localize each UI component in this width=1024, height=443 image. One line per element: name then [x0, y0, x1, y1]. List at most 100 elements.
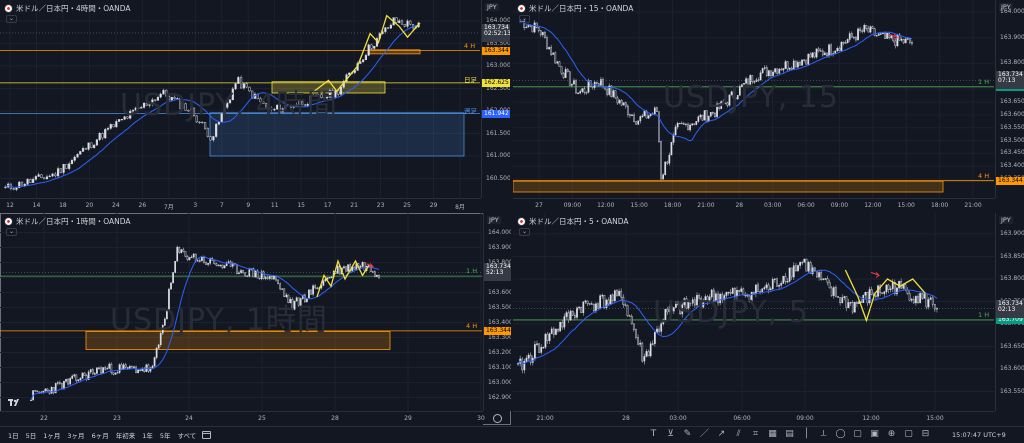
candle-up [215, 123, 218, 137]
time-axis[interactable]: 27 09:00 12:00 15:00 18:00 21:00 28 03:00 06:00 0… [513, 198, 995, 212]
candle-down [624, 304, 627, 306]
candle-down [588, 303, 591, 305]
candle-up [786, 281, 789, 283]
candle-down [904, 284, 907, 290]
price-tick: 163.450 [1000, 149, 1024, 157]
red-arrow [870, 271, 880, 278]
clock[interactable]: 15:07:47 UTC+9 [952, 431, 1006, 439]
candle-down [701, 114, 704, 121]
chart-header[interactable]: 米ドル／日本円・15・OANDA [517, 3, 633, 14]
range-button[interactable]: すべて [177, 430, 196, 440]
grid-tool-icon[interactable]: ▦ [767, 429, 778, 440]
pitchfork-tool-icon[interactable]: ⫽ [733, 429, 744, 440]
candle-down [881, 292, 884, 294]
date-range-selector[interactable]: 1日 5日 1ヶ月 3ヶ月 6ヶ月 年初来 1年 5年 すべて [0, 430, 196, 440]
chart-panel-4h[interactable]: USDJPY, 4時間 米ドル／日本円・4時間・OANDA ⌄ JPY 163.… [0, 0, 510, 212]
usdjpy-flag-icon [517, 217, 526, 226]
candle-up [875, 35, 878, 37]
box-tool-icon[interactable]: ▢ [903, 429, 914, 440]
price-axis[interactable]: JPY 163.344 162.625 161.942 164.000 163.500 1… [481, 0, 510, 198]
vline-tool-icon[interactable]: │ [801, 429, 812, 440]
range-button[interactable]: 1年 [142, 430, 153, 440]
chart-header[interactable]: 米ドル／日本円・1時間・OANDA [4, 216, 131, 227]
ray-tool-icon[interactable]: ↗ [716, 429, 727, 440]
calc-tool-icon[interactable]: ▤ [784, 429, 795, 440]
range-button[interactable]: 5日 [26, 430, 37, 440]
ruler-tool-icon[interactable]: ⟂ [818, 429, 829, 440]
fib-tool-icon[interactable]: ⊻ [665, 429, 676, 440]
plot-area[interactable]: USDJPY, 1時間 [0, 213, 482, 411]
chart-panel-15m[interactable]: USDJPY, 15 米ドル／日本円・15・OANDA ⌄ JPY 163.70… [513, 0, 1024, 212]
chart-header[interactable]: 米ドル／日本円・5・OANDA [517, 216, 629, 227]
price-tick: 163.000 [488, 378, 511, 386]
frame2-tool-icon[interactable]: ▣ [869, 429, 880, 440]
candle-up [98, 367, 100, 369]
candle-down [632, 323, 635, 330]
candle-up [929, 297, 932, 300]
price-tick: 162.900 [488, 393, 511, 401]
price-tick: 160.500 [486, 174, 510, 182]
range-button[interactable]: 3ヶ月 [67, 430, 84, 440]
frame-tool-icon[interactable]: ▢ [852, 429, 863, 440]
time-axis[interactable]: 22 23 24 25 28 29 30 [0, 411, 485, 425]
text-tool-icon[interactable]: T [648, 429, 659, 440]
chevron-down-icon[interactable]: ⌄ [519, 228, 530, 236]
chart-header[interactable]: 米ドル／日本円・4時間・OANDA [4, 3, 131, 14]
candle-up [93, 373, 96, 375]
zoom-tool-icon[interactable]: ⊕ [886, 429, 897, 440]
measure-tool-icon[interactable]: ⌗ [750, 429, 761, 440]
price-axis[interactable]: JPY 163.709163.344164.000163.900163.8001… [483, 213, 511, 411]
price-axis[interactable]: JPY 163.709163.344164.000163.900163.8001… [995, 0, 1024, 198]
brush-tool-icon[interactable]: ✎ [682, 429, 693, 440]
chevron-down-icon[interactable]: ⌄ [519, 15, 530, 23]
candle-up [219, 264, 222, 267]
candle-up [653, 332, 656, 344]
range-button[interactable]: 1日 [8, 430, 19, 440]
time-axis[interactable]: 12 14 18 20 24 26 7月 3 7 9 11 15 17 21 23 25 29 8月 [0, 198, 481, 212]
time-tick: 03:00 [764, 202, 782, 209]
candle-up [248, 269, 251, 277]
candle-down [403, 23, 406, 27]
range-button[interactable]: 1ヶ月 [43, 430, 60, 440]
drawing-tools[interactable]: T ⊻ ✎ ／ ↗ ⫽ ⌗ ▦ ▤ │ ⟂ ◯ ▢ ▣ ⊕ ▢ ⊟ [648, 429, 931, 440]
candle-down [845, 296, 848, 309]
calendar-icon[interactable] [202, 431, 212, 439]
level-label: 1 H [978, 77, 990, 86]
candle-up [647, 115, 650, 119]
candle-up [772, 71, 774, 76]
time-tick: 09:00 [563, 202, 582, 209]
chart-panel-5m[interactable]: USDJPY, 5 米ドル／日本円・5・OANDA ⌄ JPY 163.709 1… [513, 213, 1024, 425]
candle-down [198, 260, 201, 262]
chevron-down-icon[interactable]: ⌄ [6, 228, 17, 236]
box2-tool-icon[interactable]: ⊟ [920, 429, 931, 440]
range-button[interactable]: 5年 [160, 430, 171, 440]
candle-up [56, 382, 59, 384]
candle-up [104, 129, 107, 139]
range-button[interactable]: 年初来 [116, 430, 136, 440]
level-label: 1 H [466, 267, 478, 276]
circle-tool-icon[interactable]: ◯ [835, 429, 846, 440]
plot-area[interactable]: USDJPY, 4時間 [0, 0, 480, 198]
price-axis[interactable]: JPY 163.709163.900163.850163.800163.7501… [995, 213, 1024, 411]
plot-area[interactable]: USDJPY, 5 [513, 213, 994, 411]
candle-up [803, 258, 806, 263]
time-tick: 06:00 [797, 202, 815, 209]
gear-icon[interactable] [493, 414, 502, 423]
time-tick: 18:00 [930, 202, 949, 209]
chevron-down-icon[interactable]: ⌄ [6, 15, 17, 23]
level-price-tag: 162.625 [482, 78, 510, 87]
candle-up [114, 373, 117, 375]
range-button[interactable]: 6ヶ月 [92, 430, 109, 440]
candle-up [691, 123, 694, 126]
candle-up [900, 39, 903, 41]
price-tick: 164.000 [488, 228, 511, 236]
candle-down [892, 35, 895, 42]
level-label: 1 H [978, 310, 990, 319]
line-tool-icon[interactable]: ／ [699, 429, 710, 440]
candle-up [109, 124, 112, 129]
candle-down [603, 295, 606, 309]
time-axis[interactable]: 21:00 28 03:00 06:00 09:00 12:00 15:00 [513, 411, 995, 425]
candle-down [870, 289, 873, 295]
plot-area[interactable]: USDJPY, 15 [513, 0, 994, 198]
chart-panel-1h[interactable]: USDJPY, 1時間 米ドル／日本円・1時間・OANDA ⌄ JPY 163.… [0, 213, 511, 425]
